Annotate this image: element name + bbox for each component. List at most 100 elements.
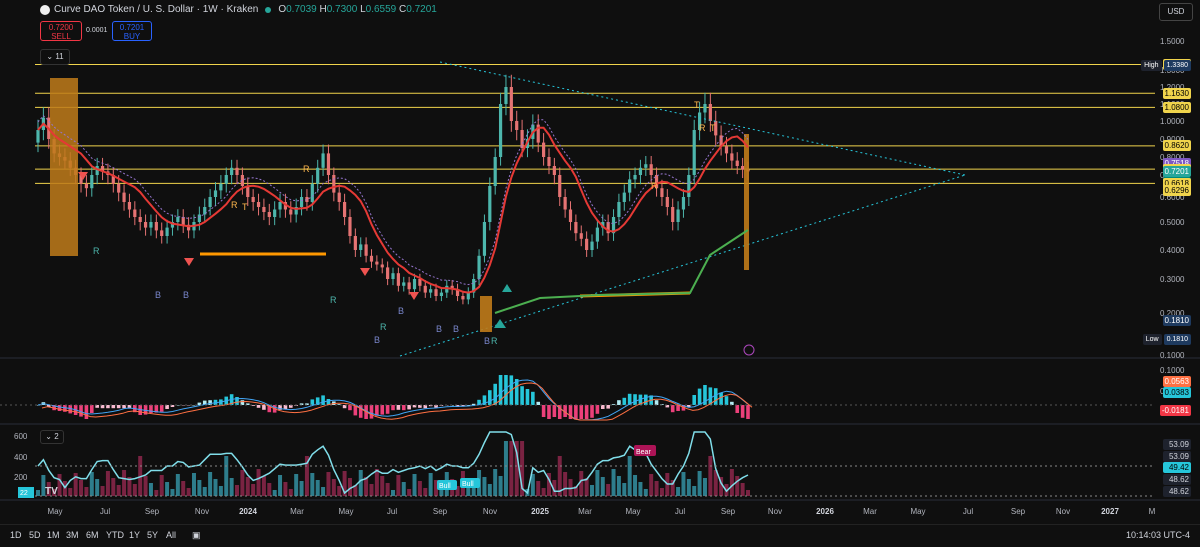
sell-signal-arrow [409,292,419,300]
market-open-icon [265,7,271,13]
price-axis-tick: 0.3000 [1160,275,1185,284]
candle-body [564,197,567,210]
bottom-toolbar [0,524,1200,547]
time-axis-label: Jul [675,507,685,516]
signal-marker-T: T [694,100,700,110]
volume-bar [601,477,605,496]
candle-body [375,262,378,265]
volume-bar [68,488,72,496]
price-candles [36,75,749,305]
time-axis[interactable]: MayJulSepNov2024MarMayJulSepNov2025MarMa… [47,507,1155,516]
price-label: 0.7201 [1163,166,1191,177]
timeframe-3m[interactable]: 3M [66,530,79,540]
volume-bar [235,485,239,496]
buy-signal-arrow [494,319,506,328]
macd-histogram-bar [160,405,164,412]
indicators-collapse-button[interactable]: ⌄ 11 [40,49,70,65]
timeframe-1d[interactable]: 1D [10,530,22,540]
volume-bar [144,476,148,496]
candle-body [252,197,255,202]
macd-histogram-bar [488,390,492,405]
volume-bar [638,482,642,496]
time-axis-label: Jul [387,507,397,516]
macd-histogram-bar [208,400,212,405]
candle-body [316,168,319,184]
candle-body [327,153,330,175]
candle-body [332,175,335,193]
date-range-icon[interactable]: ▣ [192,530,201,541]
volatility-zone-right [744,134,749,270]
volume-bar [396,475,400,496]
timeframe-5y[interactable]: 5Y [147,530,158,540]
volume-bar [101,486,105,496]
candle-body [408,282,411,289]
candle-body [365,244,368,255]
volume-bar [294,474,298,496]
lightning-icon [744,345,754,355]
low-value: 0.6559 [366,4,397,15]
sell-price: 0.7200 [41,23,81,32]
macd-histogram-bar [655,400,659,405]
volume-bar [359,470,363,496]
timeframe-6m[interactable]: 6M [86,530,99,540]
timeframe-5d[interactable]: 5D [29,530,41,540]
candle-body [671,207,674,222]
currency-button[interactable]: USD [1159,3,1193,21]
volume-bar [257,469,261,496]
symbol-title[interactable]: Curve DAO Token / U. S. Dollar · 1W · Kr… [54,4,258,15]
price-label: 1.1630 [1163,88,1191,99]
volume-bar [369,484,373,496]
candle-body [590,242,593,250]
volume-bar [482,477,486,496]
volume-bar [117,485,121,496]
volume-bar [122,470,126,496]
sell-button[interactable]: 0.7200 SELL [40,21,82,41]
candle-body [139,217,142,222]
volume-bar [741,483,745,496]
timeframe-1m[interactable]: 1M [47,530,60,540]
macd-histogram-bar [633,394,637,405]
volume-bar [316,480,320,496]
candle-body [386,267,389,279]
signal-marker-R: R [93,246,100,256]
candle-body [219,184,222,191]
candle-body [650,164,653,175]
signal-marker-B: B [453,324,459,334]
timeframe-1y[interactable]: 1Y [129,530,140,540]
timeframe-all[interactable]: All [166,530,176,540]
volume-bar [655,481,659,496]
chart-canvas[interactable]: RBBRTRRBRBBBBRRTRT BullBullBear22TV60040… [0,0,1200,546]
volume-bar [708,456,712,496]
extreme-tag-label: High [1141,60,1161,71]
clock[interactable]: 10:14:03 UTC-4 [1126,530,1190,540]
signal-marker-R: R [491,336,498,346]
signal-marker-B: B [436,324,442,334]
volume-bar [278,475,282,496]
macd-histogram-bar [149,405,153,413]
time-axis-label: Sep [433,507,448,516]
candle-body [693,130,696,175]
time-axis-label: May [625,507,640,516]
open-label: O [278,4,286,15]
time-axis-label: May [47,507,62,516]
candle-body [289,210,292,215]
timeframe-ytd[interactable]: YTD [106,530,124,540]
close-value: 0.7201 [406,4,437,15]
volume-bar [681,472,685,496]
candle-body [176,217,179,222]
candle-body [182,217,185,225]
macd-histogram-bar [719,393,723,405]
volume-bar [542,488,546,496]
macd-histogram-bar [746,405,750,419]
time-axis-label: Sep [145,507,160,516]
candle-body [494,157,497,186]
volume-bar [499,476,503,496]
time-axis-label: Mar [290,507,304,516]
volume-bar [735,476,739,496]
buy-button[interactable]: 0.7201 BUY [112,21,152,41]
macd-histogram-bar [397,405,401,410]
lower-pane-collapse-button[interactable]: ⌄ 2 [40,430,64,444]
candle-body [230,168,233,175]
candle-body [343,202,346,217]
volume-bar [326,472,330,496]
